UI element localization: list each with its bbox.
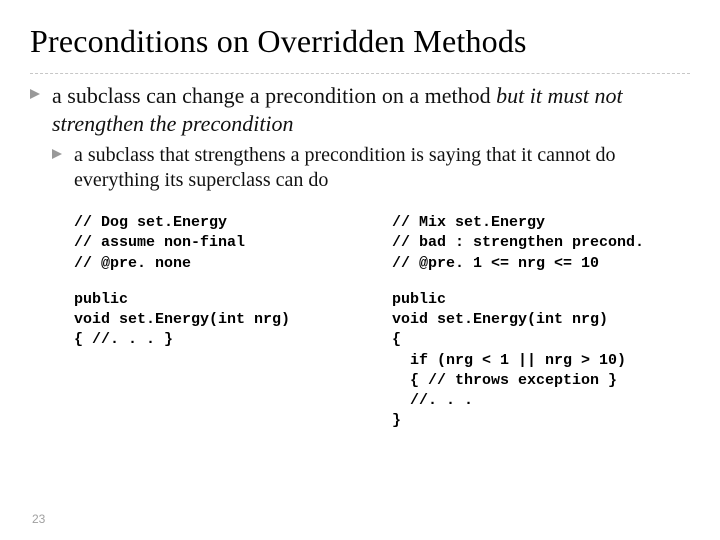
bullet-list: a subclass can change a precondition on …: [30, 82, 690, 199]
slide: Preconditions on Overridden Methods a su…: [0, 0, 720, 540]
code-columns: // Dog set.Energy // assume non-final //…: [30, 213, 690, 448]
sub-bullet: a subclass that strengthens a preconditi…: [52, 143, 690, 193]
code-left-comment: // Dog set.Energy // assume non-final //…: [74, 213, 372, 274]
code-right-body: public void set.Energy(int nrg) { if (nr…: [392, 290, 690, 432]
bullet-main-prefix: a subclass can change a precondition on …: [52, 83, 496, 108]
sub-bullet-list: a subclass that strengthens a preconditi…: [52, 143, 690, 193]
code-right-col: // Mix set.Energy // bad : strengthen pr…: [392, 213, 690, 448]
divider: [30, 73, 690, 74]
code-left-col: // Dog set.Energy // assume non-final //…: [74, 213, 372, 448]
page-number: 23: [30, 512, 690, 526]
slide-title: Preconditions on Overridden Methods: [30, 24, 690, 59]
code-right-comment: // Mix set.Energy // bad : strengthen pr…: [392, 213, 690, 274]
code-left-body: public void set.Energy(int nrg) { //. . …: [74, 290, 372, 351]
bullet-main: a subclass can change a precondition on …: [30, 82, 690, 193]
